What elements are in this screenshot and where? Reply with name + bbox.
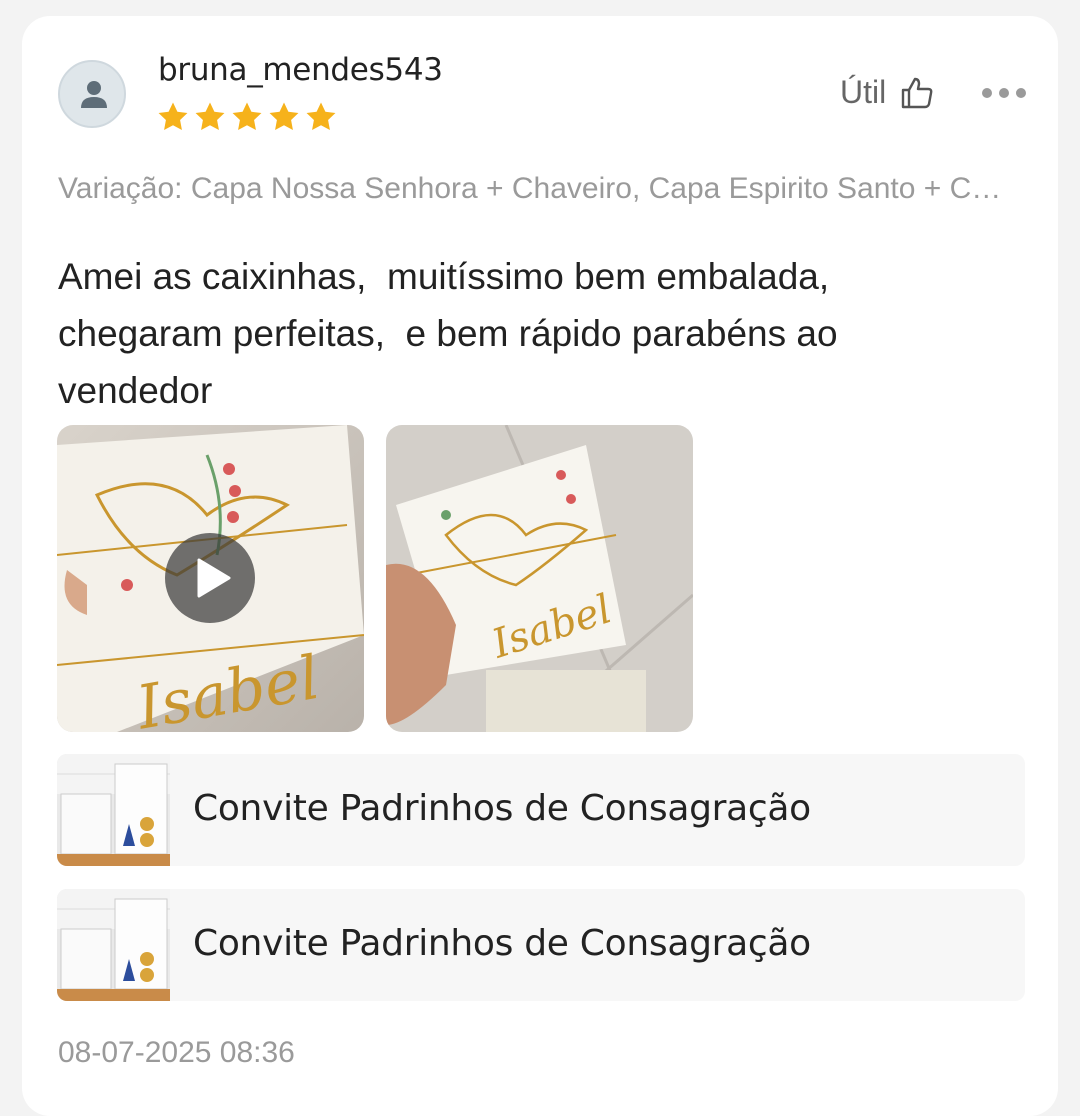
star-rating — [156, 100, 338, 134]
caption-overlay: Isabel — [131, 643, 325, 732]
star-icon — [269, 102, 299, 131]
star-icon — [158, 102, 188, 131]
thumbs-up-icon — [902, 77, 933, 108]
more-options-button[interactable] — [978, 84, 1030, 102]
star-icon — [306, 102, 336, 131]
username[interactable]: bruna_mendes543 — [158, 52, 443, 88]
useful-button[interactable]: Útil — [840, 74, 934, 111]
avatar[interactable] — [58, 60, 126, 128]
product-title: Convite Padrinhos de Consagração — [193, 788, 811, 829]
useful-label: Útil — [840, 74, 887, 110]
media-caption: Isabel — [131, 643, 325, 732]
media-caption: Isabel — [486, 586, 617, 668]
product-link[interactable]: Convite Padrinhos de Consagração — [57, 754, 1025, 866]
review-text: Amei as caixinhas, muitíssimo bem embala… — [58, 256, 838, 411]
review-video-thumbnail[interactable]: Isabel — [57, 425, 364, 732]
more-dots-icon — [982, 88, 992, 98]
product-thumbnail — [57, 754, 170, 866]
product-title: Convite Padrinhos de Consagração — [193, 923, 811, 964]
review-image-thumbnail[interactable]: Isabel — [386, 425, 693, 732]
variation-text: Variação: Capa Nossa Senhora + Chaveiro,… — [58, 172, 1008, 205]
star-icon — [195, 102, 225, 131]
caption-overlay: Isabel — [486, 586, 617, 668]
user-icon — [81, 81, 107, 108]
star-icon — [232, 102, 262, 131]
review-card: bruna_mendes543 Útil Variação: Capa Noss… — [22, 16, 1058, 1116]
product-thumbnail — [57, 889, 170, 1001]
product-link[interactable]: Convite Padrinhos de Consagração — [57, 889, 1025, 1001]
review-date: 08-07-2025 08:36 — [58, 1036, 295, 1069]
